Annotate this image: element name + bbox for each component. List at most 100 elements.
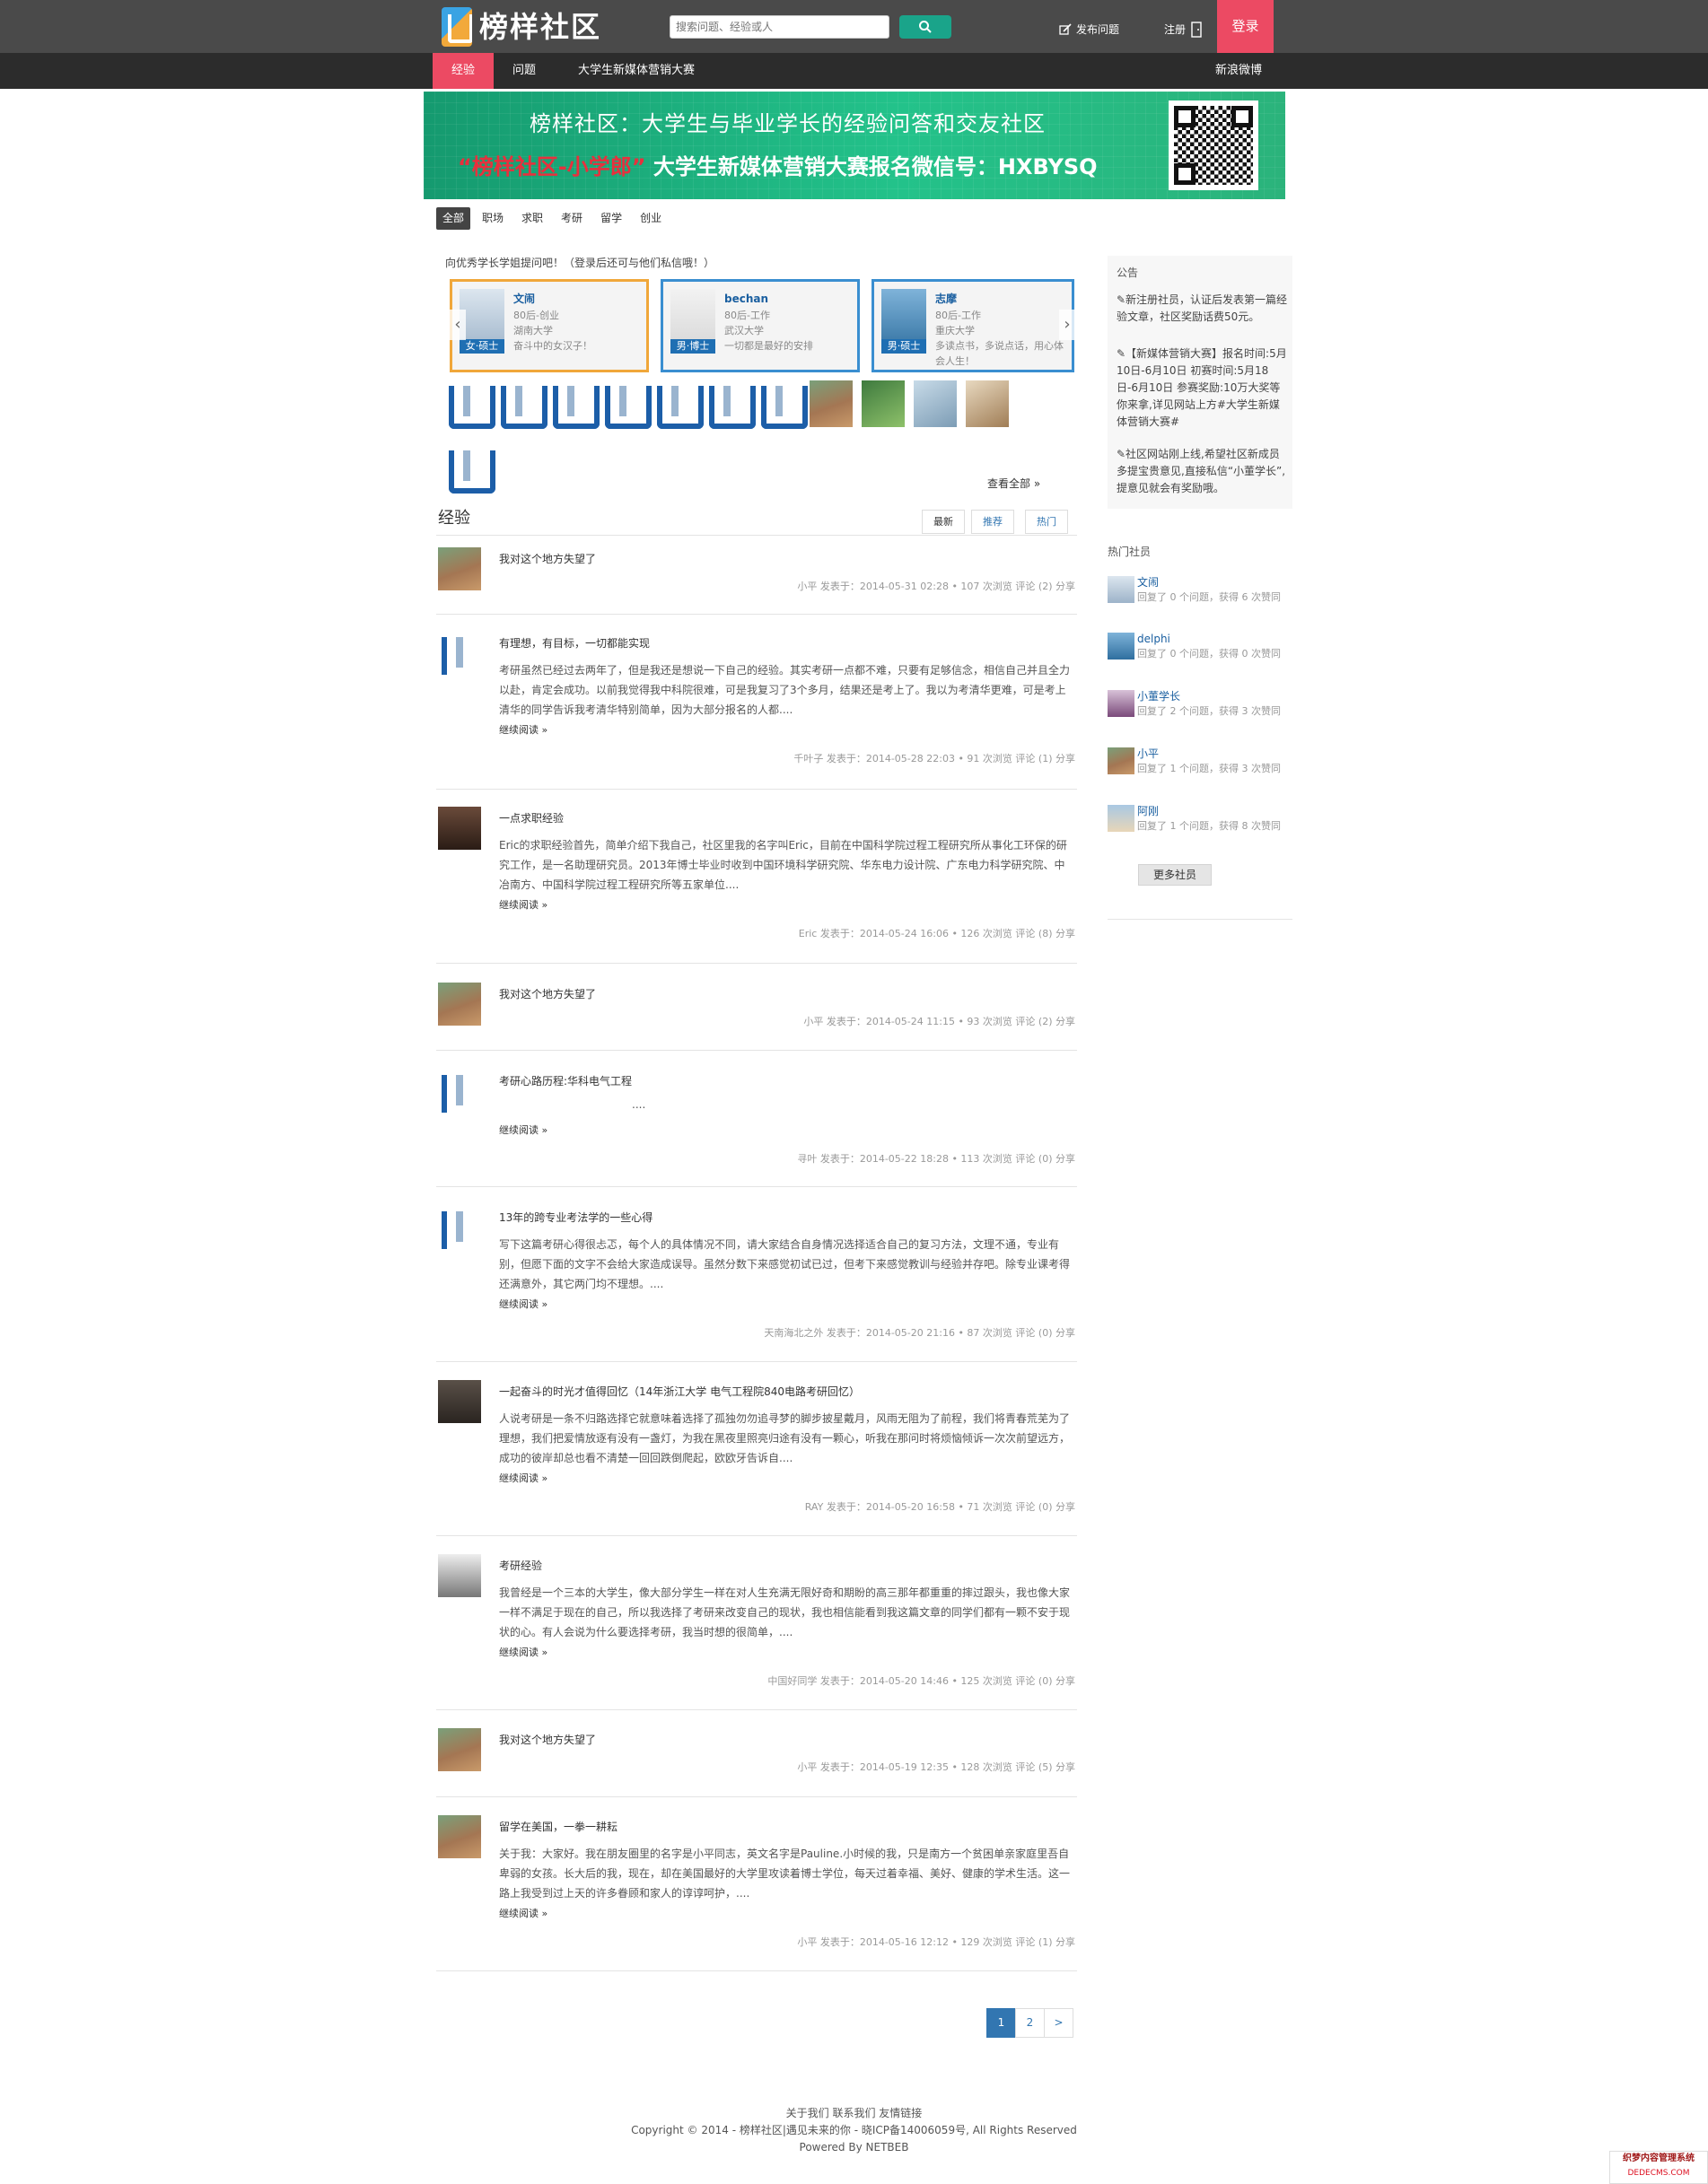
notice-text: ✎社区网站刚上线,希望社区新成员多提宝贵意见,直接私信“小董学长”,提意见就会有… <box>1117 448 1286 494</box>
search-input[interactable] <box>670 15 889 39</box>
read-more-link[interactable]: 继续阅读 » <box>499 1472 547 1487</box>
member-avatar[interactable] <box>445 380 495 429</box>
member-avatar[interactable] <box>914 380 957 427</box>
avatar[interactable] <box>438 1554 481 1597</box>
mentor-card[interactable]: 女·硕士 文闹 80后-创业 湖南大学 奋斗中的女汉子！ <box>450 279 649 372</box>
member-avatar[interactable] <box>705 380 756 429</box>
post-title[interactable]: 13年的跨专业考法学的一些心得 <box>499 1210 653 1226</box>
hot-member-name[interactable]: 小董学长 <box>1137 688 1180 704</box>
tab-hot[interactable]: 热门 <box>1025 510 1068 534</box>
read-more-link[interactable]: 继续阅读 » <box>499 898 547 913</box>
read-more-link[interactable]: 继续阅读 » <box>499 1297 547 1313</box>
hot-member-name[interactable]: 阿刚 <box>1137 803 1159 819</box>
member-avatar[interactable] <box>653 380 704 429</box>
divider <box>436 1050 1077 1051</box>
read-more-link[interactable]: 继续阅读 » <box>499 1907 547 1922</box>
nav-item-contest[interactable]: 大学生新媒体营销大赛 <box>560 53 713 89</box>
category-tab-exam[interactable]: 考研 <box>555 207 589 230</box>
avatar[interactable] <box>1108 576 1134 603</box>
default-avatar-icon <box>438 1206 481 1249</box>
mentor-info: 80后-工作 <box>724 310 770 321</box>
hot-members-title: 热门社员 <box>1108 546 1152 558</box>
sidebar-divider <box>1108 919 1292 920</box>
read-more-link[interactable]: 继续阅读 » <box>499 1123 547 1139</box>
site-logo[interactable]: 榜样社区 <box>442 6 601 48</box>
carousel-prev-icon[interactable]: ‹ <box>450 310 466 340</box>
divider <box>436 1535 1077 1536</box>
ask-question-link[interactable]: 发布问题 <box>1059 22 1119 38</box>
avatar[interactable] <box>438 632 481 675</box>
category-tab-all[interactable]: 全部 <box>436 207 471 230</box>
footer-powered: Powered By NETBEB <box>799 2141 909 2153</box>
avatar[interactable] <box>1108 747 1134 774</box>
footer-links[interactable]: 关于我们 联系我们 友情链接 <box>0 2105 1708 2121</box>
register-link[interactable]: 注册 <box>1164 22 1203 38</box>
avatar[interactable] <box>1108 805 1134 832</box>
avatar[interactable] <box>438 547 481 590</box>
mentor-motto: 多读点书，多说点话，用心体会人生！ <box>935 340 1064 367</box>
post-title[interactable]: 有理想，有目标，一切都能实现 <box>499 635 650 651</box>
mentor-badge: 男·硕士 <box>881 339 926 354</box>
mentor-school: 武汉大学 <box>724 325 764 336</box>
avatar[interactable] <box>438 1728 481 1771</box>
member-avatar[interactable] <box>445 445 495 494</box>
avatar[interactable] <box>1108 633 1134 660</box>
divider <box>436 963 1077 964</box>
login-button[interactable]: 登录 <box>1217 0 1274 53</box>
post-title[interactable]: 考研心路历程:华科电气工程 <box>499 1073 632 1089</box>
ask-mentors-prompt: 向优秀学长学姐提问吧！（登录后还可与他们私信哦！） <box>445 257 715 269</box>
register-label: 注册 <box>1164 23 1187 36</box>
nav-item-weibo[interactable]: 新浪微博 <box>1203 53 1274 89</box>
mentor-card[interactable]: 男·硕士 志摩 80后-工作 重庆大学 多读点书，多说点话，用心体会人生！ <box>872 279 1074 372</box>
member-avatar[interactable] <box>810 380 853 427</box>
avatar[interactable] <box>438 1380 481 1423</box>
category-tab-job[interactable]: 求职 <box>515 207 549 230</box>
avatar[interactable] <box>438 1070 481 1113</box>
promo-banner[interactable]: 榜样社区：大学生与毕业学长的经验问答和交友社区 “榜样社区-小学郎” 大学生新媒… <box>424 92 1285 199</box>
member-avatar[interactable] <box>758 380 808 429</box>
avatar[interactable] <box>438 807 481 850</box>
next-page-button[interactable]: > <box>1044 2008 1073 2038</box>
hot-member-name[interactable]: 小平 <box>1137 746 1159 762</box>
hot-member-name[interactable]: delphi <box>1137 631 1170 647</box>
member-avatar[interactable] <box>601 380 652 429</box>
avatar[interactable] <box>438 1815 481 1858</box>
banner-subline-red: “榜样社区-小学郎” <box>458 154 646 179</box>
post-title[interactable]: 我对这个地方失望了 <box>499 1732 596 1748</box>
tab-recommended[interactable]: 推荐 <box>971 510 1014 534</box>
mentor-card[interactable]: 男·博士 bechan 80后-工作 武汉大学 一切都是最好的安排 <box>661 279 860 372</box>
post-title[interactable]: 一起奋斗的时光才值得回忆（14年浙江大学 电气工程院840电路考研回忆） <box>499 1384 860 1400</box>
post-title[interactable]: 我对这个地方失望了 <box>499 986 596 1002</box>
watermark-line2: DEDECMS.COM <box>1627 2169 1690 2178</box>
category-tab-career[interactable]: 职场 <box>476 207 510 230</box>
category-tab-abroad[interactable]: 留学 <box>594 207 628 230</box>
search-button[interactable] <box>899 15 951 39</box>
nav-item-questions[interactable]: 问题 <box>497 53 551 89</box>
view-all-members-link[interactable]: 查看全部 » <box>987 476 1040 492</box>
member-avatar[interactable] <box>862 380 905 427</box>
post-title[interactable]: 我对这个地方失望了 <box>499 551 596 567</box>
carousel-next-icon[interactable]: › <box>1059 310 1075 340</box>
category-tab-startup[interactable]: 创业 <box>634 207 668 230</box>
more-members-button[interactable]: 更多社员 <box>1138 864 1212 886</box>
member-avatar[interactable] <box>497 380 547 429</box>
read-more-link[interactable]: 继续阅读 » <box>499 723 547 738</box>
page-1-button[interactable]: 1 <box>986 2008 1016 2038</box>
avatar[interactable] <box>438 1206 481 1249</box>
member-avatar[interactable] <box>549 380 600 429</box>
tab-latest[interactable]: 最新 <box>922 510 965 534</box>
page-2-button[interactable]: 2 <box>1015 2008 1045 2038</box>
post-excerpt: 我曾经是一个三本的大学生，像大部分学生一样在对人生充满无限好奇和期盼的高三那年都… <box>499 1586 1071 1638</box>
nav-item-experience[interactable]: 经验 <box>433 53 494 89</box>
avatar[interactable] <box>1108 690 1134 717</box>
banner-headline: 榜样社区：大学生与毕业学长的经验问答和交友社区 <box>530 111 1046 136</box>
pagination: 1 2 > <box>986 2008 1073 2038</box>
default-avatar-icon <box>438 1070 481 1113</box>
post-title[interactable]: 考研经验 <box>499 1558 542 1574</box>
post-title[interactable]: 一点求职经验 <box>499 810 564 826</box>
post-title[interactable]: 留学在美国，一拳一耕耘 <box>499 1819 618 1835</box>
read-more-link[interactable]: 继续阅读 » <box>499 1646 547 1661</box>
hot-member-name[interactable]: 文闹 <box>1137 574 1159 590</box>
avatar[interactable] <box>438 983 481 1026</box>
member-avatar[interactable] <box>966 380 1009 427</box>
